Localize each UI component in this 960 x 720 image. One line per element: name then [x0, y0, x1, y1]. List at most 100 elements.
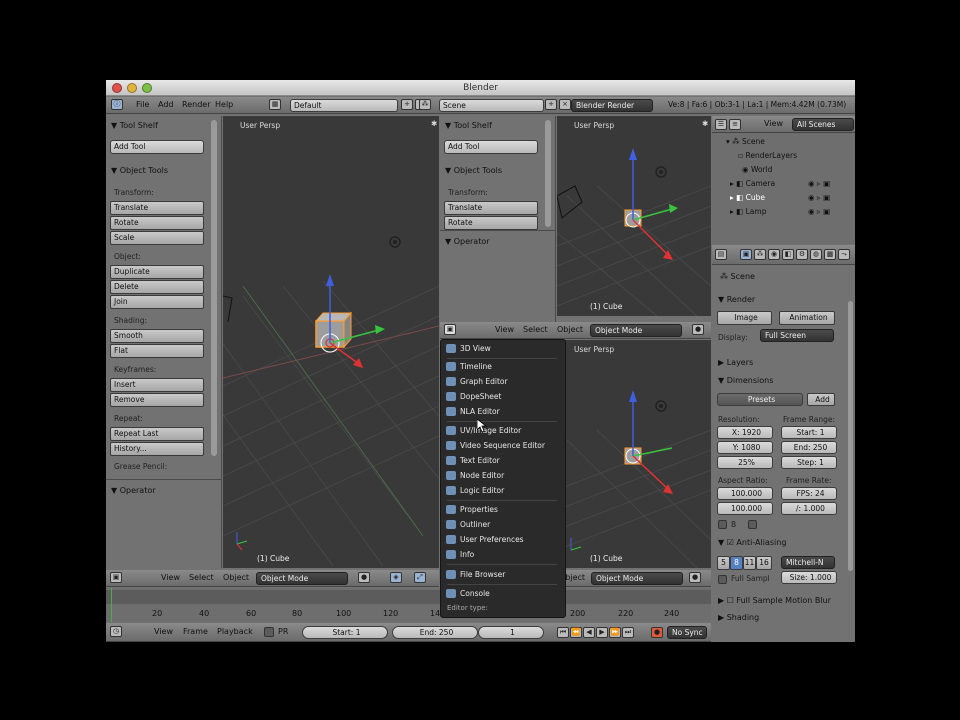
- render-image-button[interactable]: Image: [717, 311, 772, 325]
- menu-item-file-browser[interactable]: File Browser: [445, 568, 563, 581]
- menu-object-mid[interactable]: Object: [557, 323, 583, 337]
- resolution-x-field[interactable]: X: 1920: [717, 426, 773, 439]
- antialiasing-panel-title[interactable]: ▼ ☑ Anti-Aliasing: [718, 538, 786, 547]
- texture-context-icon[interactable]: ▩: [824, 249, 836, 260]
- menu-item-user-preferences[interactable]: User Preferences: [445, 533, 563, 546]
- outliner-sync-icon[interactable]: ≡: [729, 119, 741, 130]
- rotate-mid-button[interactable]: Rotate: [444, 216, 538, 230]
- dimensions-panel-title[interactable]: ▼ Dimensions: [718, 376, 773, 385]
- editor-type-mid-icon[interactable]: ▣: [444, 324, 456, 335]
- close-window-button[interactable]: [112, 83, 122, 93]
- menu-view[interactable]: View: [161, 571, 180, 585]
- timeline-editor-icon[interactable]: ◷: [110, 626, 122, 637]
- translate-mid-button[interactable]: Translate: [444, 201, 538, 215]
- world-context-icon[interactable]: ◉: [768, 249, 780, 260]
- menu-view-mid[interactable]: View: [495, 323, 514, 337]
- tool-shelf-mid-scrollbar[interactable]: [545, 120, 551, 227]
- zoom-window-button[interactable]: [142, 83, 152, 93]
- timeline-menu-frame[interactable]: Frame: [183, 625, 208, 639]
- delete-button[interactable]: Delete: [110, 280, 204, 294]
- outliner-item-scene[interactable]: ▾ ⁂ Scene: [726, 137, 765, 146]
- add-tool-dropdown[interactable]: Add Tool: [110, 140, 204, 154]
- jump-start-icon[interactable]: ⏮: [557, 627, 569, 638]
- render-engine-select[interactable]: Blender Render: [571, 99, 653, 112]
- repeat-last-button[interactable]: Repeat Last: [110, 427, 204, 441]
- menu-item-text-editor[interactable]: Text Editor: [445, 454, 563, 467]
- timeline-end-field[interactable]: End: 250: [392, 626, 478, 639]
- aspect-x-field[interactable]: 100.000: [717, 487, 773, 500]
- viewport-bottom-right[interactable]: User Persp (1) Cube: [557, 340, 711, 568]
- fps-base-field[interactable]: /: 1.000: [781, 502, 837, 515]
- sync-mode-select[interactable]: No Sync: [667, 626, 707, 639]
- timeline-area[interactable]: 20 40 60 80 100 120 140 160 180 200 220 …: [106, 588, 711, 622]
- aa-size-field[interactable]: Size: 1.000: [781, 571, 837, 584]
- mode-select-right[interactable]: Object Mode: [591, 572, 683, 585]
- insert-keyframe-button[interactable]: Insert: [110, 378, 204, 392]
- object-context-icon[interactable]: ◧: [782, 249, 794, 260]
- outliner-item-cube[interactable]: ▸ ◧ Cube: [730, 193, 765, 202]
- resolution-percent-slider[interactable]: 25%: [717, 456, 773, 469]
- outliner-editor-icon[interactable]: ☰: [715, 119, 727, 130]
- shading-right-icon[interactable]: ●: [689, 572, 701, 583]
- presets-select[interactable]: Presets: [717, 393, 803, 406]
- menu-help[interactable]: Help: [215, 98, 233, 112]
- border-checkbox[interactable]: [718, 520, 727, 529]
- modifier-context-icon[interactable]: ⚙: [796, 249, 808, 260]
- add-preset-button[interactable]: Add: [807, 393, 835, 406]
- mode-select-mid[interactable]: Object Mode: [590, 324, 682, 337]
- aa-samples-5[interactable]: 5: [717, 556, 730, 570]
- prev-key-icon[interactable]: ⏪: [570, 627, 582, 638]
- timeline-cursor[interactable]: [111, 588, 112, 622]
- frame-step-field[interactable]: Step: 1: [781, 456, 837, 469]
- menu-item-properties[interactable]: Properties: [445, 503, 563, 516]
- shading-mid-icon[interactable]: ●: [692, 324, 704, 335]
- menu-item-info[interactable]: Info: [445, 548, 563, 561]
- add-scene-icon[interactable]: +: [545, 99, 557, 110]
- aa-filter-select[interactable]: Mitchell-N: [781, 556, 835, 569]
- resolution-y-field[interactable]: Y: 1080: [717, 441, 773, 454]
- remove-keyframe-button[interactable]: Remove: [110, 393, 204, 407]
- frame-end-field[interactable]: End: 250: [781, 441, 837, 454]
- outliner-menu-view[interactable]: View: [764, 117, 783, 131]
- preview-range-checkbox[interactable]: [264, 627, 274, 637]
- fps-field[interactable]: FPS: 24: [781, 487, 837, 500]
- menu-item-video-sequence-editor[interactable]: Video Sequence Editor: [445, 439, 563, 452]
- render-panel-title[interactable]: ▼ Render: [718, 295, 755, 304]
- play-icon[interactable]: ▶: [596, 627, 608, 638]
- pivot-icon[interactable]: ◈: [390, 572, 402, 583]
- render-context-icon[interactable]: ▣: [740, 249, 752, 260]
- menu-item-dopesheet[interactable]: DopeSheet: [445, 390, 563, 403]
- timeline-menu-playback[interactable]: Playback: [217, 625, 253, 639]
- menu-file[interactable]: File: [136, 98, 149, 112]
- outliner-item-camera[interactable]: ▸ ◧ Camera: [730, 179, 775, 188]
- remove-scene-icon[interactable]: ×: [559, 99, 571, 110]
- tool-shelf-scrollbar[interactable]: [211, 120, 217, 456]
- scene-icon[interactable]: ⁂: [419, 99, 431, 110]
- jump-end-icon[interactable]: ⏭: [622, 627, 634, 638]
- menu-item-outliner[interactable]: Outliner: [445, 518, 563, 531]
- minimize-window-button[interactable]: [127, 83, 137, 93]
- aa-samples-8[interactable]: 8: [730, 556, 743, 570]
- join-button[interactable]: Join: [110, 295, 204, 309]
- render-animation-button[interactable]: Animation: [779, 311, 835, 325]
- display-select[interactable]: Full Screen: [760, 329, 834, 342]
- viewport-main[interactable]: User Persp ✱ (1) Cube: [223, 116, 439, 568]
- menu-item-uv-image-editor[interactable]: UV/Image Editor: [445, 424, 563, 437]
- info-editor-icon[interactable]: ⓘ: [111, 99, 123, 110]
- timeline-start-field[interactable]: Start: 1: [302, 626, 388, 639]
- outliner-filter-select[interactable]: All Scenes: [792, 118, 854, 131]
- properties-editor-icon[interactable]: ▤: [715, 249, 727, 260]
- menu-select[interactable]: Select: [189, 571, 214, 585]
- outliner-cube-visibility-icon[interactable]: ◉ ▹ ▣: [808, 193, 830, 202]
- layers-panel-title[interactable]: ▶ Layers: [718, 358, 753, 367]
- menu-object[interactable]: Object: [223, 571, 249, 585]
- outliner-item-renderlayers[interactable]: ▫ RenderLayers: [738, 151, 797, 160]
- menu-render[interactable]: Render: [182, 98, 210, 112]
- history-button[interactable]: History...: [110, 442, 204, 456]
- shading-panel-title[interactable]: ▶ Shading: [718, 613, 759, 622]
- smooth-button[interactable]: Smooth: [110, 329, 204, 343]
- translate-button[interactable]: Translate: [110, 201, 204, 215]
- play-reverse-icon[interactable]: ◀: [583, 627, 595, 638]
- editor-type-icon[interactable]: ▣: [110, 572, 122, 583]
- material-context-icon[interactable]: ◍: [810, 249, 822, 260]
